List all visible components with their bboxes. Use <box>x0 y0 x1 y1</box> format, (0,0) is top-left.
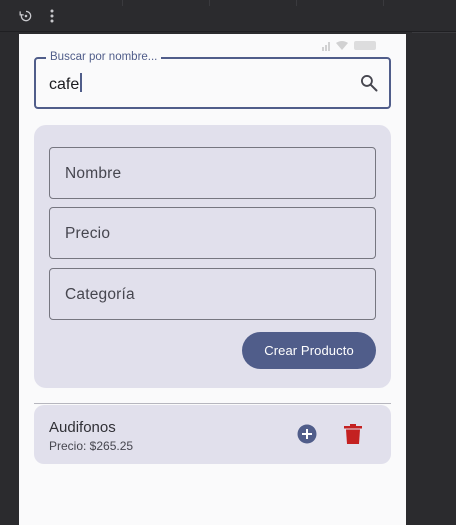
product-price: Precio: $265.25 <box>49 439 134 453</box>
search-value: cafe <box>49 73 82 95</box>
list-item: Audifonos Precio: $265.25 <box>34 405 391 464</box>
price-field-label: Precio <box>65 225 111 242</box>
category-field-label: Categoría <box>65 286 135 303</box>
toolbar-divider <box>209 0 210 6</box>
create-product-button[interactable]: Crear Producto <box>242 332 376 369</box>
toolbar-divider <box>122 0 123 6</box>
device-screen: Buscar por nombre... cafe Nombre Precio … <box>19 34 406 525</box>
name-field[interactable]: Nombre <box>49 147 376 199</box>
panel-border <box>412 32 456 33</box>
search-label: Buscar por nombre... <box>46 50 162 64</box>
rotate-icon[interactable] <box>16 6 36 26</box>
emulator-toolbar <box>0 0 456 32</box>
toolbar-divider <box>296 0 297 6</box>
name-field-label: Nombre <box>65 165 122 182</box>
search-input[interactable]: Buscar por nombre... cafe <box>34 50 391 109</box>
price-field[interactable]: Precio <box>49 207 376 259</box>
toolbar-divider <box>383 0 384 6</box>
category-field[interactable]: Categoría <box>49 268 376 320</box>
product-name: Audifonos <box>49 419 116 436</box>
trash-icon[interactable] <box>344 424 362 444</box>
text-cursor <box>80 73 82 92</box>
more-vert-icon[interactable] <box>42 6 62 26</box>
product-form-card: Nombre Precio Categoría Crear Producto <box>34 125 391 388</box>
search-icon[interactable] <box>359 73 379 93</box>
list-divider <box>34 403 391 404</box>
status-bar-icons <box>322 41 376 51</box>
add-circle-icon[interactable] <box>297 424 317 444</box>
